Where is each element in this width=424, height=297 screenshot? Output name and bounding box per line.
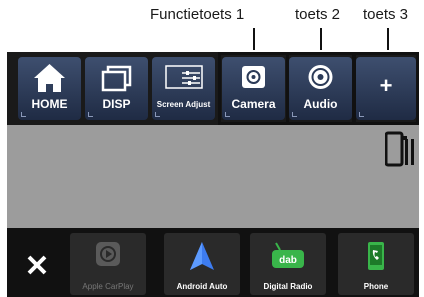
- android-auto-label: Android Auto: [176, 282, 228, 291]
- camera-button[interactable]: Camera: [222, 57, 285, 120]
- phone-label: Phone: [363, 282, 389, 291]
- camera-icon: [242, 66, 265, 88]
- audio-label: Audio: [303, 97, 338, 111]
- corner-mark: [359, 112, 364, 117]
- display-icon: [101, 65, 132, 92]
- phone-button[interactable]: Phone: [338, 233, 414, 295]
- callout-function-key-1: Functietoets 1: [150, 6, 245, 23]
- disp-label: DISP: [102, 97, 131, 111]
- plus-icon: +: [379, 73, 393, 98]
- callout-key-2: toets 2: [295, 6, 341, 23]
- corner-mark: [292, 112, 297, 117]
- callout-leader-3: [387, 28, 389, 50]
- disp-button[interactable]: DISP: [85, 57, 148, 120]
- home-icon: [34, 64, 65, 92]
- corner-mark: [155, 112, 160, 117]
- corner-mark: [88, 112, 93, 117]
- screen-adjust-button[interactable]: Screen Adjust: [152, 57, 215, 120]
- carplay-icon: [96, 242, 120, 266]
- digital-radio-button[interactable]: dab Digital Radio: [250, 233, 326, 295]
- dab-icon: dab: [272, 242, 304, 268]
- android-auto-button[interactable]: Android Auto: [164, 233, 240, 295]
- corner-mark: [21, 112, 26, 117]
- close-icon[interactable]: [12, 240, 62, 290]
- phone-icon: [368, 242, 384, 270]
- callout-key-3: toets 3: [363, 6, 409, 23]
- apple-carplay-label: Apple CarPlay: [82, 282, 134, 291]
- callout-leader-1: [253, 28, 255, 50]
- svg-text:dab: dab: [279, 255, 297, 266]
- home-button[interactable]: HOME: [18, 57, 81, 120]
- home-label: HOME: [31, 97, 68, 111]
- apple-carplay-button[interactable]: Apple CarPlay: [70, 233, 146, 295]
- android-auto-icon: [190, 242, 214, 270]
- screen-adjust-label: Screen Adjust: [156, 100, 211, 109]
- camera-label: Camera: [231, 97, 276, 111]
- speaker-icon: [308, 65, 333, 89]
- audio-button[interactable]: Audio: [289, 57, 352, 120]
- add-key-button[interactable]: +: [356, 57, 416, 120]
- callout-leader-2: [320, 28, 322, 50]
- digital-radio-label: Digital Radio: [263, 282, 313, 291]
- phone-mirror-icon[interactable]: [385, 131, 417, 169]
- screen-adjust-icon: [165, 65, 203, 89]
- corner-mark: [225, 112, 230, 117]
